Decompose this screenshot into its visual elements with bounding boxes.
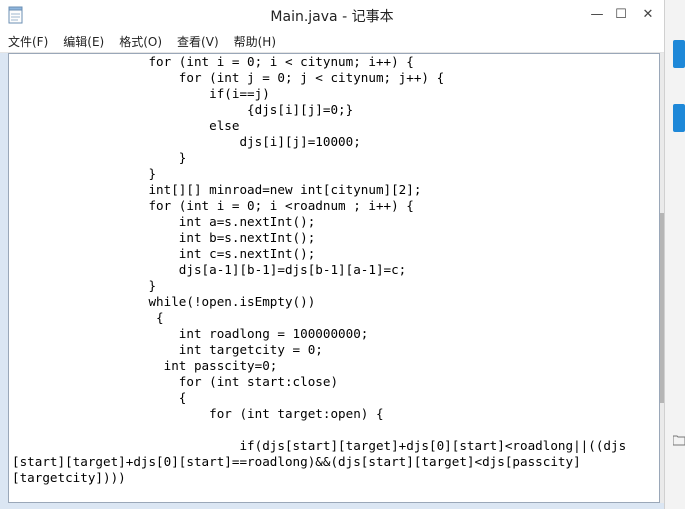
code-line: int passcity=0; (12, 358, 278, 373)
code-line: int b=s.nextInt(); (12, 230, 316, 245)
minimize-icon: — (590, 6, 604, 22)
code-line: } (12, 150, 187, 165)
code-line: {djs[i][j]=0;} (12, 102, 354, 117)
background-window-edge (664, 0, 685, 509)
editor-content[interactable]: for (int i = 0; i < citynum; i++) { for … (12, 54, 657, 486)
window-title: Main.java - 记事本 (270, 9, 394, 25)
code-line: for (int start:close) (12, 374, 339, 389)
menu-view[interactable]: 查看(V) (169, 33, 226, 50)
code-line: djs[i][j]=10000; (12, 134, 361, 149)
code-line: while(!open.isEmpty()) (12, 294, 316, 309)
maximize-icon: ☐ (615, 6, 627, 22)
notepad-window: Main.java - 记事本 — ☐ ✕ 文件(F) 编辑(E) 格式(O) … (0, 0, 664, 509)
code-line: int[][] minroad=new int[citynum][2]; (12, 182, 422, 197)
code-line: int targetcity = 0; (12, 342, 323, 357)
menu-file[interactable]: 文件(F) (0, 33, 55, 50)
code-line: djs[a-1][b-1]=djs[b-1][a-1]=c; (12, 262, 407, 277)
code-line: int c=s.nextInt(); (12, 246, 316, 261)
code-line: } (12, 278, 157, 293)
menu-bar: 文件(F) 编辑(E) 格式(O) 查看(V) 帮助(H) (0, 30, 664, 53)
code-line: [start][target]+djs[0][start]==roadlong)… (12, 454, 581, 469)
code-line: else (12, 118, 240, 133)
menu-help[interactable]: 帮助(H) (226, 33, 283, 50)
folder-icon (673, 435, 685, 446)
close-button[interactable]: ✕ (632, 0, 664, 28)
code-line: if(djs[start][target]+djs[0][start]<road… (12, 438, 627, 453)
close-icon: ✕ (642, 6, 654, 22)
code-line: if(i==j) (12, 86, 270, 101)
code-line: for (int target:open) { (12, 406, 384, 421)
text-editor[interactable]: for (int i = 0; i < citynum; i++) { for … (8, 53, 660, 503)
menu-format[interactable]: 格式(O) (111, 33, 169, 50)
code-line: [targetcity]))) (12, 470, 126, 485)
code-line: int a=s.nextInt(); (12, 214, 316, 229)
code-line: } (12, 166, 157, 181)
code-line: for (int i = 0; i < citynum; i++) { (12, 54, 414, 69)
menu-edit[interactable]: 编辑(E) (55, 33, 111, 50)
blue-tile-icon (673, 40, 685, 68)
code-line: int roadlong = 100000000; (12, 326, 369, 341)
code-line: for (int i = 0; i <roadnum ; i++) { (12, 198, 414, 213)
code-line: { (12, 310, 164, 325)
code-line: { (12, 390, 187, 405)
blue-tile-icon (673, 104, 685, 132)
title-bar[interactable]: Main.java - 记事本 — ☐ ✕ (0, 0, 664, 30)
code-line: for (int j = 0; j < citynum; j++) { (12, 70, 445, 85)
